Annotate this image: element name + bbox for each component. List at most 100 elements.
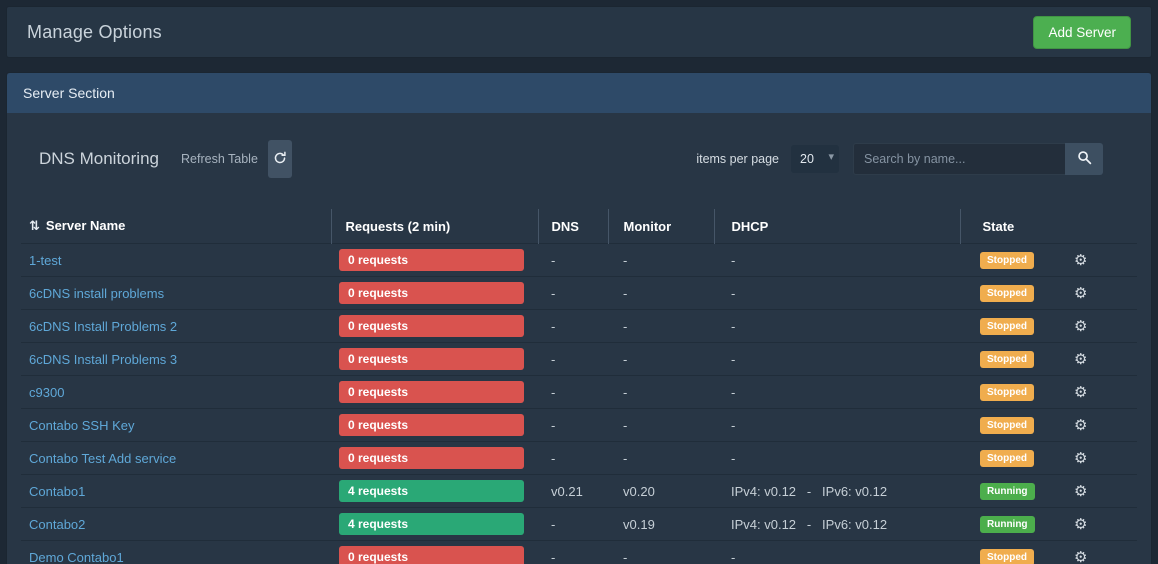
gear-icon[interactable]: ⚙ xyxy=(1074,251,1087,269)
gear-icon[interactable]: ⚙ xyxy=(1074,317,1087,335)
state-cell: Stopped xyxy=(960,409,1052,442)
requests-cell: 4 requests xyxy=(331,475,538,508)
table-row: 6cDNS install problems 0 requests - - - … xyxy=(21,277,1137,310)
monitor-cell: - xyxy=(608,310,714,343)
gear-icon[interactable]: ⚙ xyxy=(1074,548,1087,564)
dns-monitoring-table-wrap: ⇅Server Name Requests (2 min) DNS Monito… xyxy=(21,209,1137,564)
gear-icon[interactable]: ⚙ xyxy=(1074,284,1087,302)
requests-badge: 4 requests xyxy=(339,480,524,502)
monitor-cell: - xyxy=(608,442,714,475)
chevron-down-icon: ▾ xyxy=(828,150,834,163)
items-per-page-value: 20 xyxy=(800,152,814,166)
server-name-link[interactable]: c9300 xyxy=(29,385,64,400)
server-name-link[interactable]: Contabo1 xyxy=(29,484,85,499)
table-row: 1-test 0 requests - - - Stopped ⚙ xyxy=(21,244,1137,277)
dns-cell: - xyxy=(538,343,608,376)
server-name-link[interactable]: 6cDNS Install Problems 3 xyxy=(29,352,177,367)
server-name-cell: c9300 xyxy=(21,376,331,409)
refresh-button[interactable] xyxy=(268,140,292,178)
state-badge: Stopped xyxy=(980,450,1034,467)
state-badge: Stopped xyxy=(980,252,1034,269)
state-badge: Stopped xyxy=(980,549,1034,564)
monitor-cell: - xyxy=(608,343,714,376)
server-name-link[interactable]: Contabo SSH Key xyxy=(29,418,135,433)
requests-badge: 0 requests xyxy=(339,249,524,271)
state-badge: Running xyxy=(980,483,1035,500)
items-per-page-select[interactable]: 20 ▾ xyxy=(791,145,839,173)
monitor-cell: - xyxy=(608,409,714,442)
dns-monitoring-table: ⇅Server Name Requests (2 min) DNS Monito… xyxy=(21,209,1137,564)
state-badge: Stopped xyxy=(980,417,1034,434)
state-cell: Stopped xyxy=(960,244,1052,277)
state-badge: Stopped xyxy=(980,384,1034,401)
dhcp-cell: - xyxy=(714,310,960,343)
dns-cell: - xyxy=(538,277,608,310)
server-name-cell: 6cDNS install problems xyxy=(21,277,331,310)
dhcp-cell: IPv4: v0.12 - IPv6: v0.12 xyxy=(714,508,960,541)
table-body: 1-test 0 requests - - - Stopped ⚙ 6cDNS … xyxy=(21,244,1137,564)
server-name-link[interactable]: 6cDNS install problems xyxy=(29,286,164,301)
search-button[interactable] xyxy=(1065,143,1103,175)
requests-cell: 0 requests xyxy=(331,310,538,343)
monitor-cell: - xyxy=(608,541,714,564)
dns-cell: - xyxy=(538,508,608,541)
requests-cell: 0 requests xyxy=(331,343,538,376)
server-name-cell: Contabo2 xyxy=(21,508,331,541)
dhcp-cell: - xyxy=(714,409,960,442)
requests-badge: 0 requests xyxy=(339,447,524,469)
column-header-server-name[interactable]: ⇅ Server Name xyxy=(21,209,331,244)
actions-cell: ⚙ xyxy=(1052,244,1137,277)
server-name-cell: 6cDNS Install Problems 3 xyxy=(21,343,331,376)
server-name-cell: Contabo1 xyxy=(21,475,331,508)
requests-badge: 0 requests xyxy=(339,282,524,304)
gear-icon[interactable]: ⚙ xyxy=(1074,383,1087,401)
state-cell: Stopped xyxy=(960,541,1052,564)
actions-cell: ⚙ xyxy=(1052,310,1137,343)
column-header-state: State xyxy=(960,209,1052,244)
column-header-dhcp: DHCP xyxy=(714,209,960,244)
actions-cell: ⚙ xyxy=(1052,277,1137,310)
table-row: Demo Contabo1 0 requests - - - Stopped ⚙ xyxy=(21,541,1137,564)
server-name-link[interactable]: 1-test xyxy=(29,253,62,268)
requests-cell: 0 requests xyxy=(331,277,538,310)
monitor-cell: - xyxy=(608,376,714,409)
gear-icon[interactable]: ⚙ xyxy=(1074,350,1087,368)
server-name-cell: 1-test xyxy=(21,244,331,277)
server-name-link[interactable]: 6cDNS Install Problems 2 xyxy=(29,319,177,334)
column-label-server-name: Server Name xyxy=(46,218,126,233)
monitor-cell: v0.20 xyxy=(608,475,714,508)
items-per-page-label: items per page xyxy=(696,152,779,166)
gear-icon[interactable]: ⚙ xyxy=(1074,449,1087,467)
requests-cell: 0 requests xyxy=(331,541,538,564)
add-server-button[interactable]: Add Server xyxy=(1033,16,1131,49)
gear-icon[interactable]: ⚙ xyxy=(1074,416,1087,434)
state-badge: Stopped xyxy=(980,318,1034,335)
server-name-link[interactable]: Demo Contabo1 xyxy=(29,550,124,564)
table-row: Contabo1 4 requests v0.21 v0.20 IPv4: v0… xyxy=(21,475,1137,508)
sort-icon[interactable]: ⇅ xyxy=(29,218,40,233)
requests-cell: 0 requests xyxy=(331,376,538,409)
dhcp-cell: - xyxy=(714,376,960,409)
table-row: Contabo SSH Key 0 requests - - - Stopped… xyxy=(21,409,1137,442)
server-name-link[interactable]: Contabo2 xyxy=(29,517,85,532)
actions-cell: ⚙ xyxy=(1052,343,1137,376)
table-row: 6cDNS Install Problems 2 0 requests - - … xyxy=(21,310,1137,343)
refresh-table-label: Refresh Table xyxy=(181,152,258,166)
server-name-link[interactable]: Contabo Test Add service xyxy=(29,451,176,466)
table-row: 6cDNS Install Problems 3 0 requests - - … xyxy=(21,343,1137,376)
gear-icon[interactable]: ⚙ xyxy=(1074,482,1087,500)
actions-cell: ⚙ xyxy=(1052,541,1137,564)
requests-badge: 0 requests xyxy=(339,348,524,370)
dns-cell: - xyxy=(538,376,608,409)
requests-badge: 0 requests xyxy=(339,315,524,337)
server-name-cell: Contabo SSH Key xyxy=(21,409,331,442)
gear-icon[interactable]: ⚙ xyxy=(1074,515,1087,533)
state-cell: Stopped xyxy=(960,277,1052,310)
dhcp-cell: - xyxy=(714,277,960,310)
dns-cell: - xyxy=(538,244,608,277)
search-input[interactable] xyxy=(853,143,1065,175)
column-header-dns: DNS xyxy=(538,209,608,244)
state-cell: Running xyxy=(960,475,1052,508)
column-header-actions xyxy=(1052,209,1137,244)
dns-cell: - xyxy=(538,541,608,564)
